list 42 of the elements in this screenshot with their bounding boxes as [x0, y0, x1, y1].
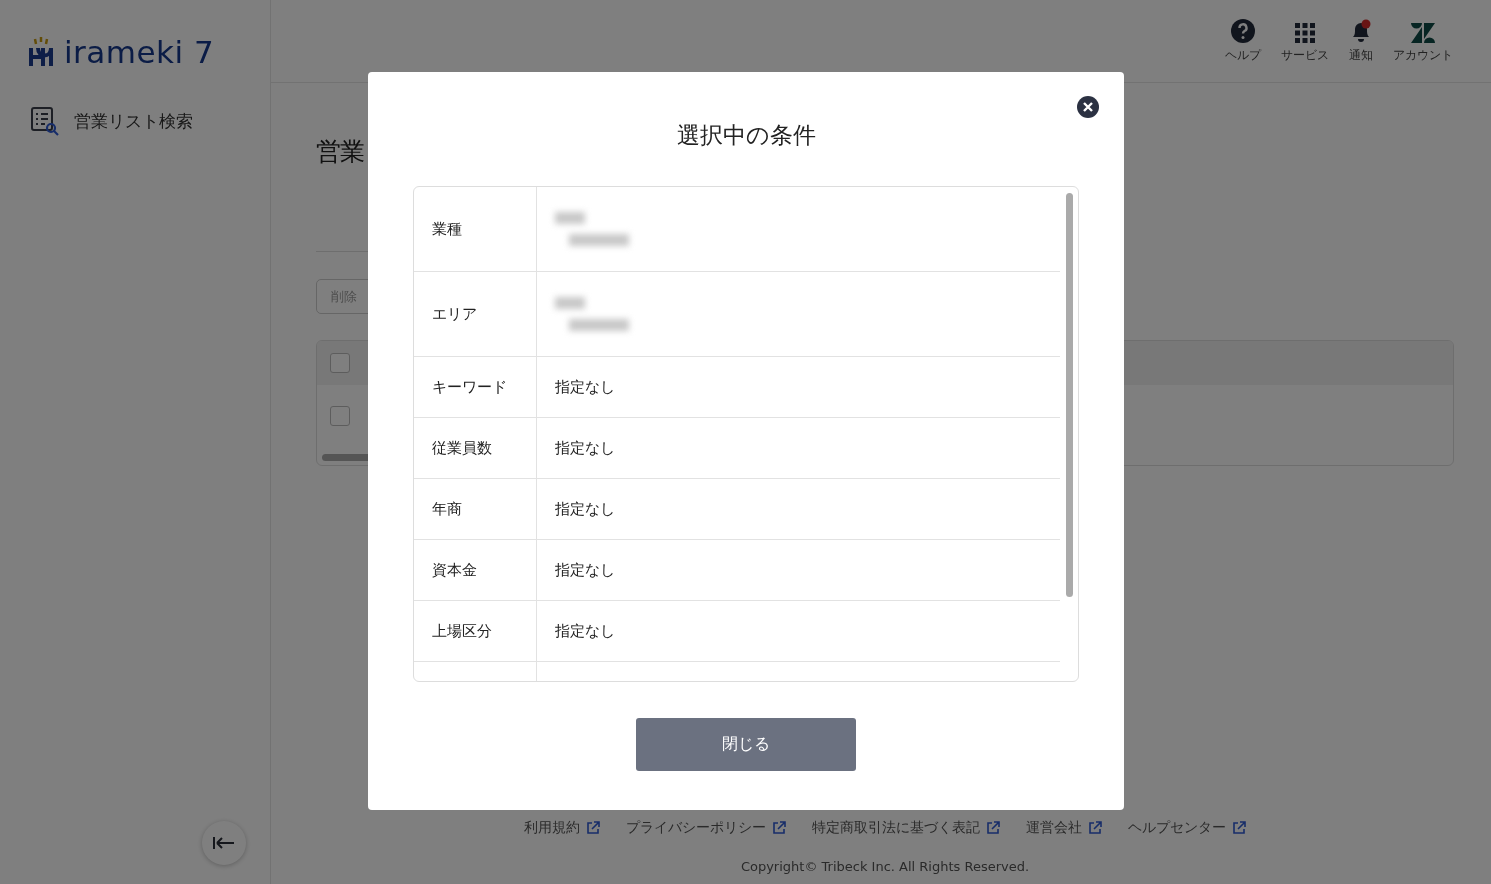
close-button[interactable]: 閉じる — [636, 718, 856, 771]
external-link-icon — [586, 821, 600, 835]
grid-icon — [1295, 23, 1315, 43]
list-search-icon — [30, 106, 60, 136]
account-menu[interactable]: アカウント — [1393, 18, 1453, 64]
services-menu[interactable]: サービス — [1281, 18, 1329, 64]
condition-value: 指定なし — [555, 621, 615, 641]
help-icon — [1231, 19, 1255, 43]
condition-value: 指定なし — [555, 560, 615, 580]
notification-menu[interactable]: 通知 — [1349, 18, 1373, 64]
external-link-icon — [772, 821, 786, 835]
condition-label: キーワード — [414, 357, 537, 417]
external-link-icon — [1232, 821, 1246, 835]
condition-label: 資本金 — [414, 540, 537, 600]
footer-link[interactable]: プライバシーポリシー — [626, 819, 786, 837]
footer-link[interactable]: ヘルプセンター — [1128, 819, 1246, 837]
z-logo-icon — [1411, 23, 1435, 43]
help-menu[interactable]: ヘルプ — [1225, 18, 1261, 64]
condition-value: 指定なし — [555, 377, 615, 397]
condition-label: 従業員数 — [414, 418, 537, 478]
condition-value: 指定なし — [555, 499, 615, 519]
condition-value: 指定なし — [555, 438, 615, 458]
external-link-icon — [986, 821, 1000, 835]
condition-label: 業種 — [414, 187, 537, 271]
collapse-arrow-icon — [212, 836, 236, 850]
page-title: 営業 — [316, 136, 364, 168]
footer-link[interactable]: 利用規約 — [524, 819, 600, 837]
footer-link[interactable]: 特定商取引法に基づく表記 — [812, 819, 1000, 837]
condition-label: 上場区分 — [414, 601, 537, 661]
checkbox[interactable] — [330, 353, 350, 373]
logo-text: irameki 7 — [64, 37, 215, 68]
scrollbar-thumb[interactable] — [1066, 193, 1073, 597]
condition-label: 年商 — [414, 479, 537, 539]
copyright-text: Copyright© Tribeck Inc. All Rights Reserved. — [740, 859, 1030, 874]
footer-link[interactable]: 運営会社 — [1026, 819, 1102, 837]
close-icon[interactable] — [1076, 95, 1100, 119]
external-link-icon — [1088, 821, 1102, 835]
modal-title: 選択中の条件 — [676, 121, 816, 150]
checkbox[interactable] — [330, 406, 350, 426]
collapse-button[interactable] — [202, 821, 246, 865]
condition-label: エリア — [414, 272, 537, 356]
sidebar-item[interactable]: 営業リスト検索 — [30, 106, 270, 136]
